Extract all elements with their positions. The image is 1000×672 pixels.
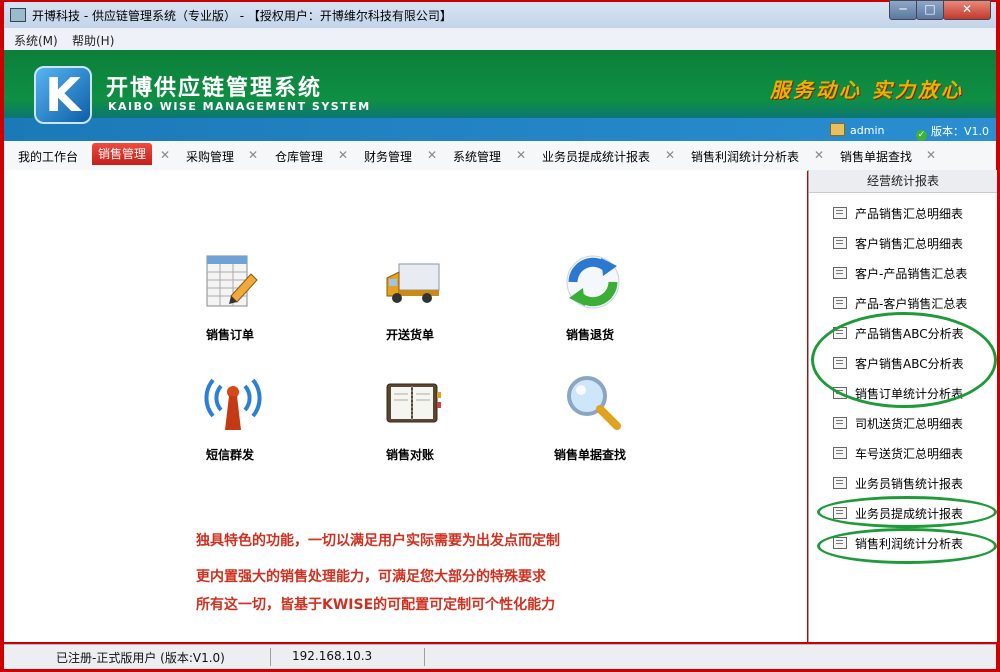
tab-purchase-management[interactable]: 采购管理	[186, 148, 234, 165]
check-icon: ✓	[916, 130, 927, 141]
module-label: 销售单据查找	[553, 448, 626, 462]
kaibo-logo-icon: K	[34, 66, 92, 124]
module-label: 销售对账	[385, 448, 434, 462]
report-doc-icon	[833, 417, 847, 429]
report-doc-icon	[833, 297, 847, 309]
report-item[interactable]: 车号送货汇总明细表	[833, 445, 963, 462]
registration-status: 已注册-正式版用户 (版本:V1.0)	[56, 651, 225, 665]
report-doc-icon	[833, 447, 847, 459]
tab-commission-report[interactable]: 业务员提成统计报表	[542, 148, 650, 165]
tab-close-icon[interactable]: ✕	[665, 148, 675, 162]
tab-close-icon[interactable]: ✕	[160, 148, 170, 162]
system-title: 开博供应链管理系统	[106, 76, 323, 101]
tab-close-icon[interactable]: ✕	[338, 148, 348, 162]
spreadsheet-pencil-icon	[206, 255, 258, 307]
maximize-button[interactable]: □	[916, 0, 944, 20]
highlight-oval	[817, 528, 997, 564]
module-tab-bar: 我的工作台 销售管理 ✕ 采购管理 ✕ 仓库管理 ✕ 财务管理 ✕ 系统管理 ✕…	[4, 141, 996, 171]
tab-profit-analysis[interactable]: 销售利润统计分析表	[691, 148, 799, 165]
magnifier-icon	[567, 376, 621, 430]
delivery-truck-icon	[386, 263, 440, 303]
tab-system-management[interactable]: 系统管理	[453, 148, 501, 165]
report-doc-icon	[833, 477, 847, 489]
module-sales-return[interactable]: 销售退货	[545, 252, 635, 344]
feature-message-2: 更内置强大的销售处理能力，可满足您大部分的特殊要求	[196, 569, 546, 585]
tab-close-icon[interactable]: ✕	[926, 148, 936, 162]
tab-finance-management[interactable]: 财务管理	[364, 148, 412, 165]
menu-help[interactable]: 帮助(H)	[72, 32, 114, 49]
tab-workbench[interactable]: 我的工作台	[18, 148, 78, 165]
module-delivery-note[interactable]: 开送货单	[365, 252, 455, 344]
module-sales-order[interactable]: 销售订单	[185, 252, 275, 344]
header-banner: K 开博供应链管理系统 KAIBO WISE MANAGEMENT SYSTEM…	[4, 50, 996, 141]
report-doc-icon	[833, 267, 847, 279]
tab-close-icon[interactable]: ✕	[248, 148, 258, 162]
minimize-button[interactable]: ─	[889, 0, 917, 20]
menu-system[interactable]: 系统(M)	[14, 32, 58, 49]
tab-sales-doc-search[interactable]: 销售单据查找	[840, 148, 912, 165]
sales-workspace: 销售订单 开送货单 销售退货 短信群发 销售对账 销售单据查找 独具特色的功能，…	[4, 170, 807, 642]
module-sales-doc-search[interactable]: 销售单据查找	[545, 372, 635, 464]
ledger-book-icon	[386, 383, 441, 423]
current-user: admin	[830, 123, 884, 137]
report-panel: 经营统计报表 产品销售汇总明细表 客户销售汇总明细表 客户-产品销售汇总表 产品…	[808, 170, 997, 642]
report-panel-title: 经营统计报表	[809, 170, 997, 193]
report-item[interactable]: 客户-产品销售汇总表	[833, 265, 967, 282]
highlight-oval	[811, 312, 997, 408]
report-doc-icon	[833, 207, 847, 219]
window-title: 开博科技 - 供应链管理系统（专业版） - 【授权用户：开博维尔科技有限公司】	[32, 9, 452, 23]
module-sms-broadcast[interactable]: 短信群发	[185, 372, 275, 464]
broadcast-antenna-icon	[204, 378, 262, 430]
version-info: ✓ 版本：V1.0	[916, 123, 989, 141]
report-item[interactable]: 产品销售汇总明细表	[833, 205, 963, 222]
user-name: admin	[850, 124, 885, 137]
feature-message-3: 所有这一切，皆基于KWISE的可配置可定制可个性化能力	[196, 597, 556, 613]
module-label: 销售订单	[205, 328, 254, 342]
module-sales-reconciliation[interactable]: 销售对账	[365, 372, 455, 464]
tab-close-icon[interactable]: ✕	[814, 148, 824, 162]
report-item[interactable]: 客户销售汇总明细表	[833, 235, 963, 252]
slogan: 服务动心 实力放心	[770, 78, 964, 102]
close-button[interactable]: ✕	[943, 0, 991, 20]
title-bar[interactable]: 开博科技 - 供应链管理系统（专业版） - 【授权用户：开博维尔科技有限公司】	[4, 2, 996, 28]
module-label: 销售退货	[565, 328, 614, 342]
feature-message-1: 独具特色的功能，一切以满足用户实际需要为出发点而定制	[196, 533, 560, 549]
tab-sales-management[interactable]: 销售管理	[92, 143, 153, 165]
ip-address: 192.168.10.3	[292, 649, 373, 663]
refresh-arrows-icon	[566, 255, 620, 309]
menu-bar: 系统(M) 帮助(H)	[4, 28, 996, 51]
status-divider	[270, 648, 271, 666]
app-computer-icon	[10, 8, 26, 22]
status-bar: 已注册-正式版用户 (版本:V1.0) 192.168.10.3	[4, 644, 996, 669]
status-divider	[424, 648, 425, 666]
tab-close-icon[interactable]: ✕	[516, 148, 526, 162]
highlight-oval	[817, 496, 997, 528]
module-label: 短信群发	[205, 448, 254, 462]
app-window: 开博科技 - 供应链管理系统（专业版） - 【授权用户：开博维尔科技有限公司】 …	[0, 0, 1000, 672]
report-doc-icon	[833, 237, 847, 249]
user-icon	[830, 123, 845, 136]
tab-close-icon[interactable]: ✕	[427, 148, 437, 162]
report-item[interactable]: 司机送货汇总明细表	[833, 415, 963, 432]
version-label: 版本：V1.0	[931, 125, 990, 138]
report-item[interactable]: 业务员销售统计报表	[833, 475, 963, 492]
tab-warehouse-management[interactable]: 仓库管理	[275, 148, 323, 165]
module-label: 开送货单	[385, 328, 434, 342]
report-item[interactable]: 产品-客户销售汇总表	[833, 295, 967, 312]
system-title-english: KAIBO WISE MANAGEMENT SYSTEM	[108, 100, 371, 113]
